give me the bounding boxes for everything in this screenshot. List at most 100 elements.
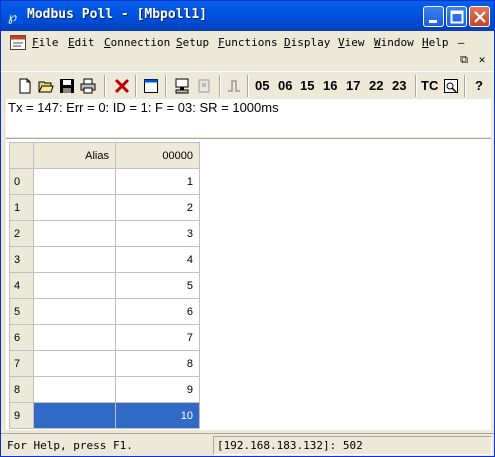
single-read-button[interactable] xyxy=(224,76,244,96)
alias-cell[interactable] xyxy=(33,402,116,429)
toolbar-separator xyxy=(247,75,249,97)
connect-button[interactable] xyxy=(172,76,192,96)
alias-cell[interactable] xyxy=(33,194,116,221)
table-row[interactable]: 56 xyxy=(9,298,200,325)
delete-x-icon xyxy=(114,78,130,94)
toolbar-separator xyxy=(165,75,167,97)
menu-help[interactable]: Help xyxy=(422,36,449,49)
help-button[interactable]: ? xyxy=(475,78,483,93)
window-button[interactable] xyxy=(141,76,161,96)
table-row[interactable]: 67 xyxy=(9,324,200,351)
alias-cell[interactable] xyxy=(33,220,116,247)
value-cell[interactable]: 5 xyxy=(115,272,200,299)
open-button[interactable] xyxy=(36,76,56,96)
menu-setup[interactable]: Setup xyxy=(176,36,209,49)
minimize-button[interactable] xyxy=(423,6,444,27)
tc-button[interactable]: TC xyxy=(421,78,438,93)
value-cell[interactable]: 8 xyxy=(115,350,200,377)
print-button[interactable] xyxy=(78,76,98,96)
row-index[interactable]: 6 xyxy=(9,324,34,351)
mdi-restore-button[interactable]: ⧉ xyxy=(457,53,471,67)
table-row[interactable]: 45 xyxy=(9,272,200,299)
alias-cell[interactable] xyxy=(33,246,116,273)
table-row[interactable]: 01 xyxy=(9,168,200,195)
value-cell[interactable]: 10 xyxy=(115,402,200,429)
mdi-minimize-button[interactable]: – xyxy=(453,36,469,50)
fc-17-button[interactable]: 17 xyxy=(346,78,360,93)
save-disk-icon xyxy=(60,79,74,93)
alias-cell[interactable] xyxy=(33,298,116,325)
alias-cell[interactable] xyxy=(33,324,116,351)
row-index[interactable]: 8 xyxy=(9,376,34,403)
row-index[interactable]: 7 xyxy=(9,350,34,377)
alias-cell[interactable] xyxy=(33,350,116,377)
value-cell[interactable]: 2 xyxy=(115,194,200,221)
row-index[interactable]: 1 xyxy=(9,194,34,221)
app-window: ℘ Modbus Poll - [Mbpoll1] File Edit Conn… xyxy=(0,0,495,457)
row-index[interactable]: 9 xyxy=(9,402,34,429)
table-row[interactable]: 12 xyxy=(9,194,200,221)
document-system-icon[interactable] xyxy=(10,35,26,50)
alias-cell[interactable] xyxy=(33,168,116,195)
row-index[interactable]: 4 xyxy=(9,272,34,299)
fc-22-button[interactable]: 22 xyxy=(369,78,383,93)
fc-06-button[interactable]: 06 xyxy=(278,78,292,93)
maximize-button[interactable] xyxy=(446,6,467,27)
svg-text:℘: ℘ xyxy=(8,10,17,24)
register-table: Alias 00000 01 12 23 34 45 56 67 78 89 9… xyxy=(9,142,200,429)
menu-functions[interactable]: Functions xyxy=(218,36,278,49)
disconnect-button[interactable] xyxy=(194,76,214,96)
menu-file[interactable]: File xyxy=(32,36,59,49)
row-index[interactable]: 3 xyxy=(9,246,34,273)
value-cell[interactable]: 3 xyxy=(115,220,200,247)
menu-bar: File Edit Connection Setup Functions Dis… xyxy=(1,31,494,66)
toolbar-separator xyxy=(464,75,466,97)
monitor-button[interactable] xyxy=(441,76,461,96)
toolbar: 05 06 15 16 17 22 23 TC ? xyxy=(1,71,494,99)
menu-edit[interactable]: Edit xyxy=(68,36,95,49)
alias-cell[interactable] xyxy=(33,376,116,403)
alias-column-header[interactable]: Alias xyxy=(33,142,116,169)
magnifier-window-icon xyxy=(444,79,458,93)
table-row[interactable]: 78 xyxy=(9,350,200,377)
value-cell[interactable]: 6 xyxy=(115,298,200,325)
poll-status-text: Tx = 147: Err = 0: ID = 1: F = 03: SR = … xyxy=(8,100,279,115)
address-column-header[interactable]: 00000 xyxy=(115,142,200,169)
delete-button[interactable] xyxy=(112,76,132,96)
value-cell[interactable]: 9 xyxy=(115,376,200,403)
title-bar[interactable]: ℘ Modbus Poll - [Mbpoll1] xyxy=(1,1,494,31)
new-button[interactable] xyxy=(15,76,35,96)
modbus-app-icon: ℘ xyxy=(7,8,23,24)
window-icon xyxy=(144,79,158,93)
corner-cell[interactable] xyxy=(9,142,34,169)
fc-15-button[interactable]: 15 xyxy=(300,78,314,93)
menu-view[interactable]: View xyxy=(338,36,365,49)
table-row[interactable]: 89 xyxy=(9,376,200,403)
status-help-text: For Help, press F1. xyxy=(7,439,133,452)
close-button[interactable] xyxy=(469,6,490,27)
menu-window[interactable]: Window xyxy=(374,36,414,49)
value-cell[interactable]: 1 xyxy=(115,168,200,195)
table-row[interactable]: 34 xyxy=(9,246,200,273)
menu-connection[interactable]: Connection xyxy=(104,36,170,49)
save-button[interactable] xyxy=(57,76,77,96)
row-index[interactable]: 2 xyxy=(9,220,34,247)
value-cell[interactable]: 7 xyxy=(115,324,200,351)
row-index[interactable]: 5 xyxy=(9,298,34,325)
window-title: Modbus Poll - [Mbpoll1] xyxy=(27,7,208,22)
fc-16-button[interactable]: 16 xyxy=(323,78,337,93)
fc-05-button[interactable]: 05 xyxy=(255,78,269,93)
table-row-selected[interactable]: 9 10 xyxy=(9,402,200,429)
value-cell[interactable]: 4 xyxy=(115,246,200,273)
disconnect-icon xyxy=(198,79,210,93)
table-row[interactable]: 23 xyxy=(9,220,200,247)
connection-status-text: [192.168.183.132]: 502 xyxy=(217,439,363,452)
alias-cell[interactable] xyxy=(33,272,116,299)
connect-monitor-icon xyxy=(175,78,189,94)
menu-display[interactable]: Display xyxy=(284,36,330,49)
mdi-close-button[interactable]: ✕ xyxy=(475,53,489,67)
fc-23-button[interactable]: 23 xyxy=(392,78,406,93)
row-index[interactable]: 0 xyxy=(9,168,34,195)
pulse-icon xyxy=(228,80,240,92)
register-grid-area: Alias 00000 01 12 23 34 45 56 67 78 89 9… xyxy=(6,138,491,430)
